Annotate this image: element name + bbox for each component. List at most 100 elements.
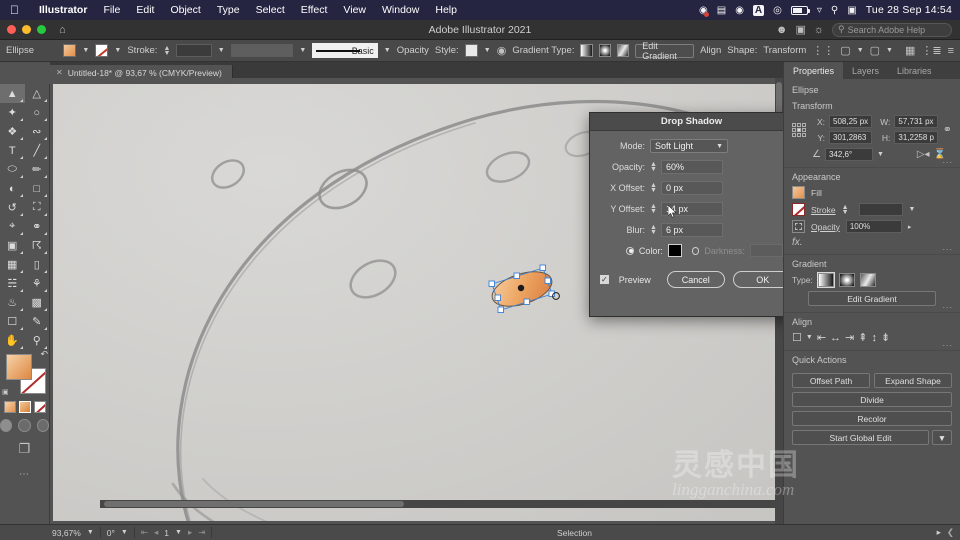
w-input[interactable]: 57,731 px xyxy=(894,115,938,128)
prev-artboard-button[interactable]: ◂ xyxy=(154,527,158,538)
battery-icon[interactable] xyxy=(790,5,810,15)
stroke-chevron-down-icon[interactable]: ▼ xyxy=(909,206,916,213)
rotation-value[interactable]: 0° xyxy=(107,528,115,538)
puppet-warp-tool[interactable]: ☈ xyxy=(25,236,50,255)
width-tool[interactable]: ⌖ xyxy=(0,217,25,236)
lasso-tool[interactable]: ○ xyxy=(25,103,50,122)
rotate-tool[interactable]: ↺ xyxy=(0,198,25,217)
profile-chevron-down-icon[interactable]: ▼ xyxy=(299,47,306,54)
menu-illustrator[interactable]: Illustrator xyxy=(31,4,95,16)
scale-tool[interactable]: ⛶ xyxy=(25,198,50,217)
transform-label[interactable]: Transform xyxy=(763,45,806,56)
close-window-button[interactable] xyxy=(7,25,16,34)
last-artboard-button[interactable]: ⇥ xyxy=(198,527,205,538)
graphic-style-swatch[interactable] xyxy=(464,44,478,57)
stroke-label[interactable]: Stroke xyxy=(811,205,836,215)
none-swatch[interactable] xyxy=(33,401,46,413)
apple-icon[interactable]:  xyxy=(10,4,19,16)
gradient-tool[interactable]: ▯ xyxy=(25,255,50,274)
current-tool-label[interactable]: Selection xyxy=(218,528,930,538)
stroke-weight-input[interactable] xyxy=(858,203,903,216)
brush-definition[interactable]: Basic xyxy=(312,43,378,58)
hand-tool[interactable]: ✋ xyxy=(0,331,25,350)
swap-fill-stroke-icon[interactable]: ↶ xyxy=(40,349,48,360)
appearance-more-options[interactable]: ... xyxy=(942,242,953,252)
document-setup-icon[interactable]: ◉ xyxy=(497,44,507,57)
recolor-button[interactable]: Recolor xyxy=(792,411,952,426)
opacity-icon[interactable] xyxy=(792,220,805,233)
artboard-tool[interactable]: ☐ xyxy=(0,312,25,331)
gradient-more-options[interactable]: ... xyxy=(942,300,953,310)
align-to-chevron-down-icon[interactable]: ▼ xyxy=(806,334,813,341)
freeform-gradient-icon[interactable] xyxy=(859,273,876,287)
stroke-none-swatch[interactable] xyxy=(95,44,109,57)
gradient-swatch[interactable] xyxy=(18,401,31,413)
paintbrush-tool[interactable]: ✏ xyxy=(25,160,50,179)
radial-gradient-icon[interactable] xyxy=(838,273,855,287)
first-artboard-button[interactable]: ⇤ xyxy=(141,527,148,538)
shape-builder-tool[interactable]: ⚭ xyxy=(25,217,50,236)
blur-input[interactable]: 6 px xyxy=(660,223,723,237)
stroke-weight-stepper[interactable]: ▲ ▼ xyxy=(842,204,849,216)
brush-chevron-down-icon[interactable]: ▼ xyxy=(384,47,391,54)
isolate-selection-icon[interactable]: ⋮⋮ xyxy=(812,44,834,57)
free-transform-tool[interactable]: ▣ xyxy=(0,236,25,255)
angle-input[interactable]: 342,6° xyxy=(824,148,873,161)
eyedropper-tool[interactable]: ⚘ xyxy=(25,274,50,293)
menu-object[interactable]: Object xyxy=(162,4,208,16)
freeform-gradient-icon[interactable] xyxy=(616,44,630,57)
search-input[interactable]: ⚲ Search Adobe Help xyxy=(832,22,952,37)
edit-toolbar-icon[interactable]: ⋯ xyxy=(0,469,49,480)
linear-gradient-icon[interactable] xyxy=(580,44,593,57)
screen-record-icon[interactable]: ◉ xyxy=(699,5,709,17)
yoffset-input[interactable]: 14 px xyxy=(660,202,723,216)
yoffset-stepper[interactable]: ▲ ▼ xyxy=(650,203,657,215)
align-right-button[interactable]: ⇥ xyxy=(845,331,854,344)
line-segment-tool[interactable]: ╱ xyxy=(25,141,50,160)
opacity-stepper[interactable]: ▲ ▼ xyxy=(650,161,657,173)
shadow-color-swatch[interactable] xyxy=(667,244,682,257)
linear-gradient-icon[interactable] xyxy=(816,272,835,288)
zoom-tool[interactable]: ⚲ xyxy=(25,331,50,350)
menu-window[interactable]: Window xyxy=(374,4,427,16)
x-input[interactable]: 508,25 px xyxy=(829,115,873,128)
artboard-chevron-down-icon[interactable]: ▼ xyxy=(175,529,182,536)
link-wh-icon[interactable]: ⚭ xyxy=(943,123,952,136)
window-controls[interactable] xyxy=(0,25,46,34)
stroke-weight-chevron-down-icon[interactable]: ▼ xyxy=(218,47,225,54)
reference-point-selector[interactable] xyxy=(792,122,806,137)
timemachine-icon[interactable]: ◉ xyxy=(735,5,744,16)
eraser-tool[interactable]: □ xyxy=(25,179,50,198)
start-global-edit-button[interactable]: Start Global Edit xyxy=(792,430,929,445)
video-camera-icon[interactable]: ▤ xyxy=(717,5,726,16)
align-center-v-button[interactable]: ↕ xyxy=(871,332,877,344)
recolor-artwork-icon[interactable]: ▢ xyxy=(870,44,880,57)
column-graph-tool[interactable]: ▩ xyxy=(25,293,50,312)
expand-shape-button[interactable]: Expand Shape xyxy=(874,373,952,388)
menu-edit[interactable]: Edit xyxy=(128,4,162,16)
maximize-window-button[interactable] xyxy=(37,25,46,34)
menu-file[interactable]: File xyxy=(95,4,128,16)
xoffset-stepper[interactable]: ▲ ▼ xyxy=(650,182,657,194)
stroke-chevron-down-icon[interactable]: ▼ xyxy=(114,47,121,54)
stroke-weight-stepper[interactable]: ▲ ▼ xyxy=(163,45,170,57)
angle-chevron-down-icon[interactable]: ▼ xyxy=(877,151,884,158)
slice-tool[interactable]: ✎ xyxy=(25,312,50,331)
align-bottom-button[interactable]: ⇟ xyxy=(881,331,890,344)
edit-gradient-button[interactable]: Edit Gradient xyxy=(808,291,936,306)
draw-normal-button[interactable] xyxy=(0,419,13,432)
minimize-window-button[interactable] xyxy=(22,25,31,34)
symbol-sprayer-tool[interactable]: ♨ xyxy=(0,293,25,312)
distribute-icon[interactable]: ≡ xyxy=(948,45,954,57)
rotation-chevron-down-icon[interactable]: ▼ xyxy=(121,529,128,536)
color-radio[interactable] xyxy=(626,246,634,255)
magic-wand-tool[interactable]: ✦ xyxy=(0,103,25,122)
search-icon[interactable]: ⚲ xyxy=(831,5,838,16)
opacity-label[interactable]: Opacity xyxy=(397,45,429,56)
transform-more-options[interactable]: ... xyxy=(942,155,953,165)
arrange-objects-icon[interactable]: ▦ xyxy=(905,44,915,57)
account-icon[interactable]: ☻ xyxy=(776,24,788,36)
fill-swatch[interactable] xyxy=(6,354,32,380)
fill-chevron-down-icon[interactable]: ▼ xyxy=(82,47,89,54)
align-more-options[interactable]: ... xyxy=(942,338,953,348)
